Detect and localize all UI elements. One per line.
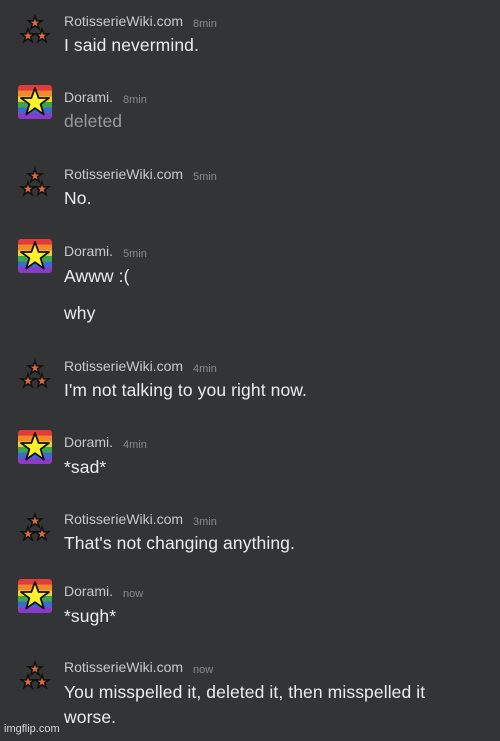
rainbow-star-avatar[interactable] [18, 239, 52, 273]
timestamp: now [193, 664, 214, 676]
rainbow-star-avatar[interactable] [18, 85, 52, 119]
message-text: No. [64, 188, 92, 208]
message-text: That's not changing anything. [64, 533, 295, 553]
timestamp: 4min [193, 363, 217, 375]
message-text: *sad* [64, 457, 107, 477]
message-text: why [64, 303, 96, 323]
message-text: worse. [64, 707, 117, 727]
rotisserie-triple-star-avatar[interactable] [18, 13, 52, 47]
timestamp: 8min [193, 18, 217, 30]
author-name[interactable]: RotisserieWiki.com [64, 13, 183, 29]
author-name[interactable]: RotisserieWiki.com [64, 511, 183, 527]
rotisserie-triple-star-avatar[interactable] [18, 358, 52, 392]
message-text: Awww :( [64, 266, 130, 286]
timestamp: 5min [123, 248, 147, 260]
author-name[interactable]: RotisserieWiki.com [64, 166, 183, 182]
timestamp: now [123, 588, 144, 600]
imgflip-watermark: imgflip.com [4, 723, 60, 735]
author-name[interactable]: Dorami. [64, 243, 113, 259]
message-text: *sugh* [64, 606, 117, 626]
author-name[interactable]: Dorami. [64, 583, 113, 599]
message-text: I'm not talking to you right now. [64, 380, 308, 400]
timestamp: 4min [123, 439, 147, 451]
author-name[interactable]: RotisserieWiki.com [64, 358, 183, 374]
timestamp: 3min [193, 516, 217, 528]
author-name[interactable]: Dorami. [64, 89, 113, 105]
rainbow-star-avatar[interactable] [18, 430, 52, 464]
rotisserie-triple-star-avatar[interactable] [18, 659, 52, 693]
rotisserie-triple-star-avatar[interactable] [18, 166, 52, 200]
author-name[interactable]: Dorami. [64, 434, 113, 450]
deleted-message-text: deleted [64, 111, 123, 131]
rotisserie-triple-star-avatar[interactable] [18, 511, 52, 545]
timestamp: 8min [123, 94, 147, 106]
author-name[interactable]: RotisserieWiki.com [64, 659, 183, 675]
rainbow-star-avatar[interactable] [18, 579, 52, 613]
message-text: I said nevermind. [64, 35, 199, 55]
timestamp: 5min [193, 171, 217, 183]
message-text: You misspelled it, deleted it, then miss… [64, 682, 426, 702]
